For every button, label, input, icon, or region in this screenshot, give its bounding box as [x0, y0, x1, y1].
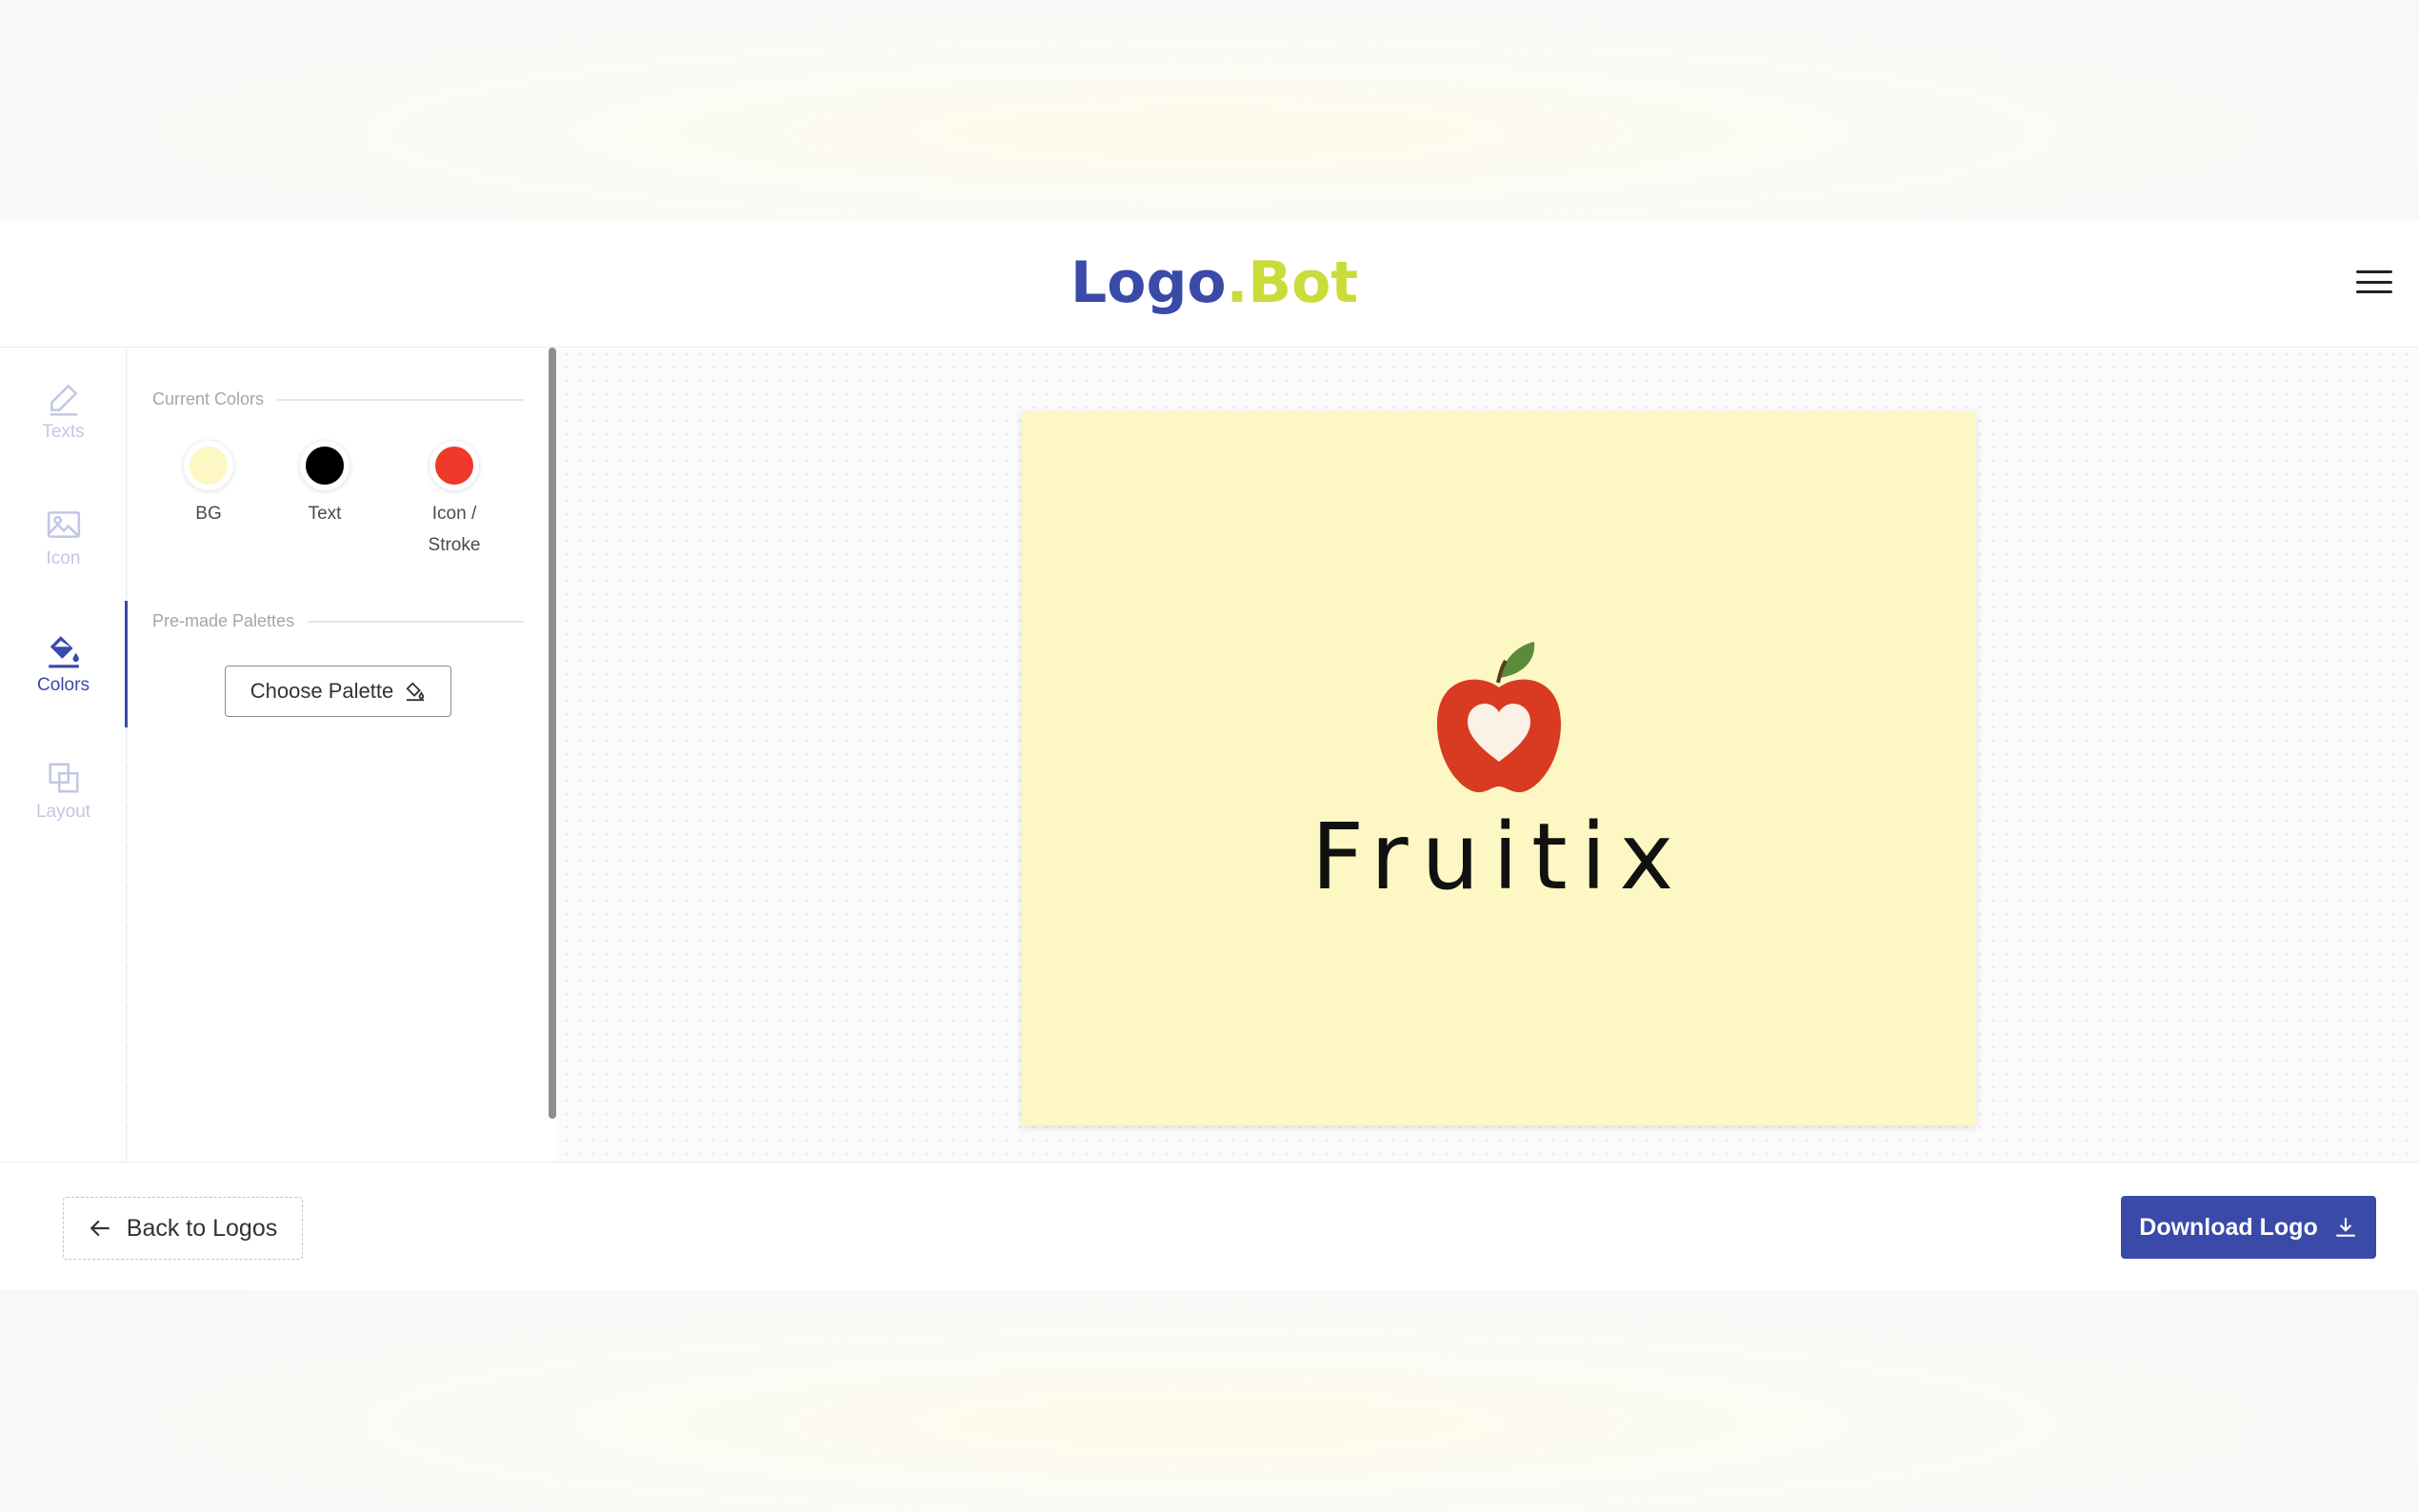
editor-footer: Back to Logos Download Logo: [0, 1162, 2419, 1290]
apple-heart-icon: [1437, 642, 1561, 793]
brand-dot: .: [1226, 249, 1249, 316]
swatch-icon-stroke-dot[interactable]: [430, 441, 479, 490]
sidebar-item-label: Colors: [37, 674, 90, 695]
sidebar-item-texts[interactable]: Texts: [0, 348, 127, 474]
sidebar-item-label: Layout: [35, 801, 91, 822]
back-to-logos-button[interactable]: Back to Logos: [63, 1197, 303, 1260]
page-backdrop-top: [0, 0, 2419, 221]
paint-bucket-icon: [406, 682, 425, 702]
panel-scrollbar[interactable]: [549, 348, 556, 1119]
app-header: Logo.Bot: [0, 221, 2419, 348]
current-colors-title: Current Colors: [152, 389, 524, 409]
swatch-label: BG: [195, 504, 222, 524]
brand-part2: Bot: [1248, 249, 1359, 316]
colors-panel: Current Colors BG Text Icon / Stroke Pre…: [128, 348, 556, 1162]
sidebar-item-label: Icon: [46, 547, 81, 568]
hamburger-menu-icon[interactable]: [2356, 267, 2392, 297]
brand-logo[interactable]: Logo.Bot: [1070, 249, 1358, 316]
sidebar-item-colors[interactable]: Colors: [0, 601, 128, 727]
pencil-icon: [50, 384, 77, 416]
page-backdrop-bottom: [0, 1290, 2419, 1512]
editor-main: Texts Icon Colors Layout Current Colors: [0, 348, 2419, 1162]
image-icon: [47, 510, 80, 538]
sidebar-rail: Texts Icon Colors Layout: [0, 348, 128, 1162]
swatch-label-line2: Stroke: [428, 535, 481, 555]
choose-palette-button[interactable]: Choose Palette: [225, 666, 451, 717]
swatch-bg-dot[interactable]: [184, 441, 233, 490]
download-logo-button[interactable]: Download Logo: [2121, 1196, 2376, 1259]
download-icon: [2335, 1218, 2355, 1237]
arrow-left-icon: [90, 1220, 110, 1237]
sidebar-item-layout[interactable]: Layout: [0, 727, 127, 854]
swatch-text-dot[interactable]: [300, 441, 350, 490]
swatch-icon-stroke[interactable]: Icon / Stroke: [397, 441, 511, 561]
swatch-text[interactable]: Text: [268, 441, 382, 529]
brand-part1: Logo: [1070, 249, 1227, 316]
logo-canvas[interactable]: Fruitix: [1022, 411, 1976, 1125]
sidebar-item-icon[interactable]: Icon: [0, 474, 127, 601]
swatch-label-line1: Icon /: [431, 504, 477, 524]
premade-palettes-title: Pre-made Palettes: [152, 611, 524, 631]
choose-palette-label: Choose Palette: [250, 679, 394, 703]
back-to-logos-label: Back to Logos: [126, 1214, 278, 1242]
download-logo-label: Download Logo: [2139, 1213, 2318, 1241]
swatch-bg[interactable]: BG: [151, 441, 266, 529]
logo-name-text[interactable]: Fruitix: [1022, 804, 1976, 910]
layout-icon: [48, 762, 79, 793]
swatch-label: Text: [308, 504, 342, 524]
sidebar-item-label: Texts: [42, 421, 85, 442]
paint-bucket-icon: [48, 635, 79, 667]
